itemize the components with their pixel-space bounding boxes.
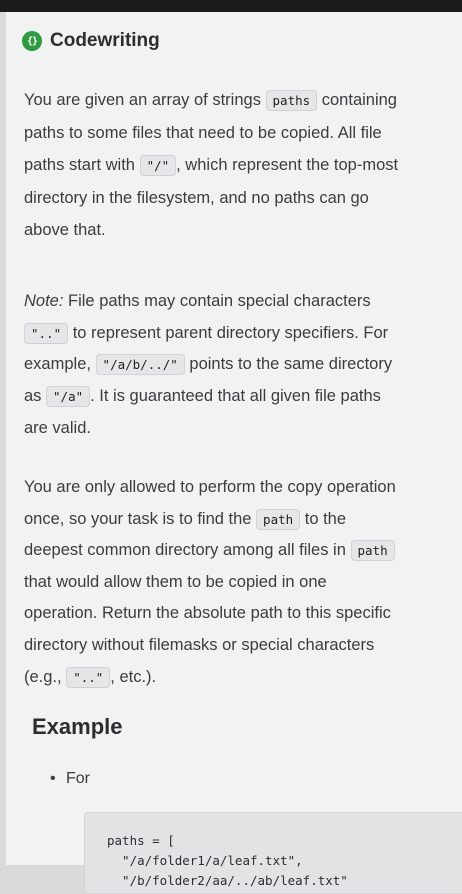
note-paragraph: Note: File paths may contain special cha… xyxy=(24,292,393,437)
code-line: "/b/folder2/aa/../ab/leaf.txt" xyxy=(107,873,348,888)
inline-code: ".." xyxy=(66,666,111,688)
description-paragraph-1: You are given an array of strings paths … xyxy=(24,90,399,239)
inline-code: path xyxy=(256,508,301,530)
code-line: paths = [ xyxy=(107,833,175,848)
inline-code: paths xyxy=(265,90,318,111)
top-bar xyxy=(0,0,462,12)
inline-code: path xyxy=(350,540,395,562)
task-header: {} Codewriting xyxy=(22,30,160,52)
task-title: Codewriting xyxy=(50,30,160,51)
note-label: Note: xyxy=(24,292,64,310)
inline-code: ".." xyxy=(24,322,69,344)
example-code-block: paths = [ "/a/folder1/a/leaf.txt", "/b/f… xyxy=(84,812,462,894)
example-bullet: For xyxy=(50,770,90,788)
example-heading: Example xyxy=(32,714,123,739)
task-panel: {} Codewriting You are given an array of… xyxy=(6,12,462,894)
code-line: "/a/folder1/a/leaf.txt", xyxy=(107,853,303,868)
inline-code: "/" xyxy=(139,155,177,176)
inline-code: "/a/b/../" xyxy=(95,354,185,376)
braces-icon: {} xyxy=(22,31,42,51)
inline-code: "/a" xyxy=(46,386,91,408)
description-paragraph-3: You are only allowed to perform the copy… xyxy=(24,478,396,688)
